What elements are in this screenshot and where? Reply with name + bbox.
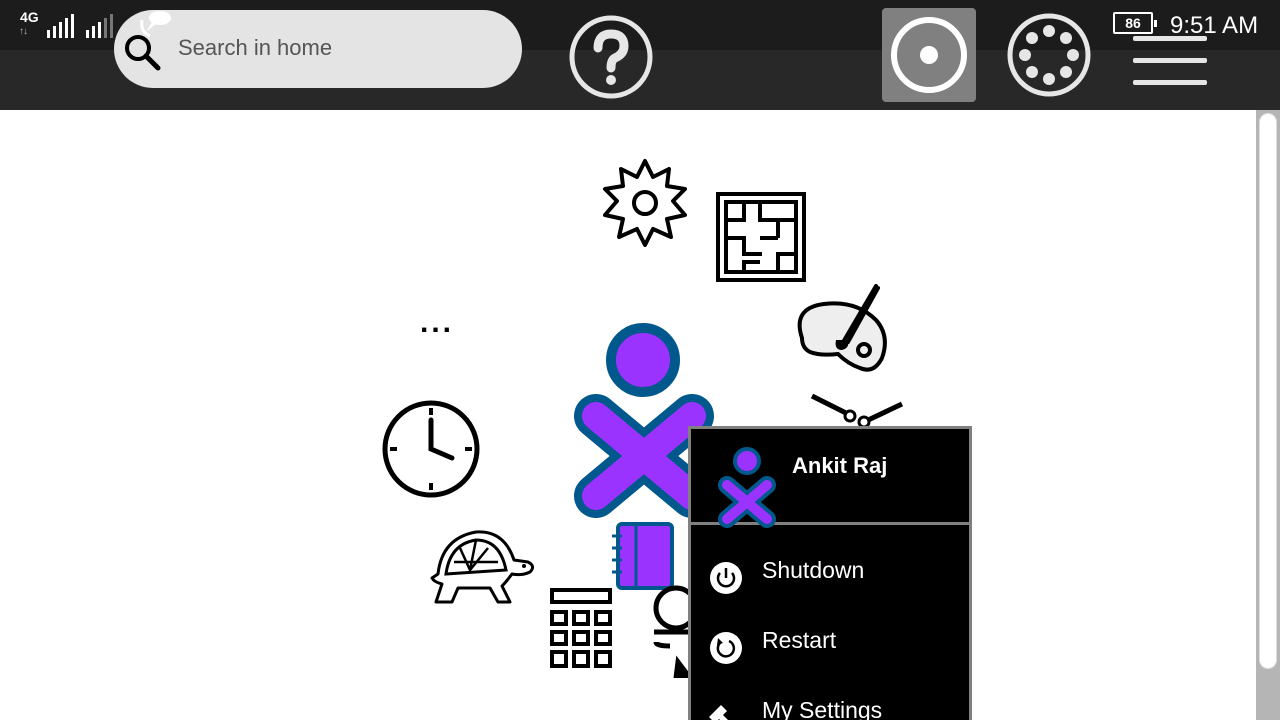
restart-icon [710,632,742,664]
search-box[interactable] [114,10,522,88]
chat-notification-icon [140,11,171,38]
menu-label-my-settings: My Settings [762,697,883,720]
menu-item-shutdown[interactable]: Shutdown [691,545,969,605]
network-type: 4G [20,9,39,25]
settings-gear-icon[interactable] [598,156,692,250]
menu-item-restart[interactable]: Restart [691,615,969,675]
list-view-button[interactable] [1124,30,1214,94]
menu-label-shutdown: Shutdown [762,557,865,583]
ring-view-icon [1007,13,1091,97]
wrench-icon [709,705,728,720]
help-icon [569,15,653,99]
network-activity-icon: ↑↓ [19,26,28,37]
help-button[interactable] [566,12,656,102]
maze-icon[interactable] [714,190,808,284]
ring-view-button[interactable] [1002,10,1096,100]
more-activities-button[interactable]: ... [420,306,474,339]
user-name: Ankit Raj [792,453,888,478]
sugar-home-screen: 4G ↑↓ 86 9:51 AM Search in home ... Anki… [0,0,1280,720]
xo-avatar-icon [718,447,776,528]
turtle-icon[interactable] [424,526,538,608]
search-input[interactable] [178,30,498,66]
pendulum-icon[interactable] [808,390,906,430]
user-menu-popup: Ankit Raj Shutdown Restart My Settings [688,426,972,720]
paint-icon[interactable] [790,278,892,378]
favorites-view-button[interactable] [882,8,976,102]
journal-icon[interactable] [608,520,678,592]
clock-icon[interactable] [380,398,482,500]
menu-item-my-settings[interactable]: My Settings [691,685,969,720]
power-icon [710,562,742,594]
signal-strength-icon [47,14,74,38]
list-view-icon [1133,36,1207,85]
signal-strength-2-icon [86,14,113,38]
menu-label-restart: Restart [762,627,837,653]
calculator-icon[interactable] [548,586,614,672]
scrollbar-thumb[interactable] [1259,113,1277,669]
favorites-view-icon [891,17,967,93]
user-menu-header: Ankit Raj [691,429,969,528]
